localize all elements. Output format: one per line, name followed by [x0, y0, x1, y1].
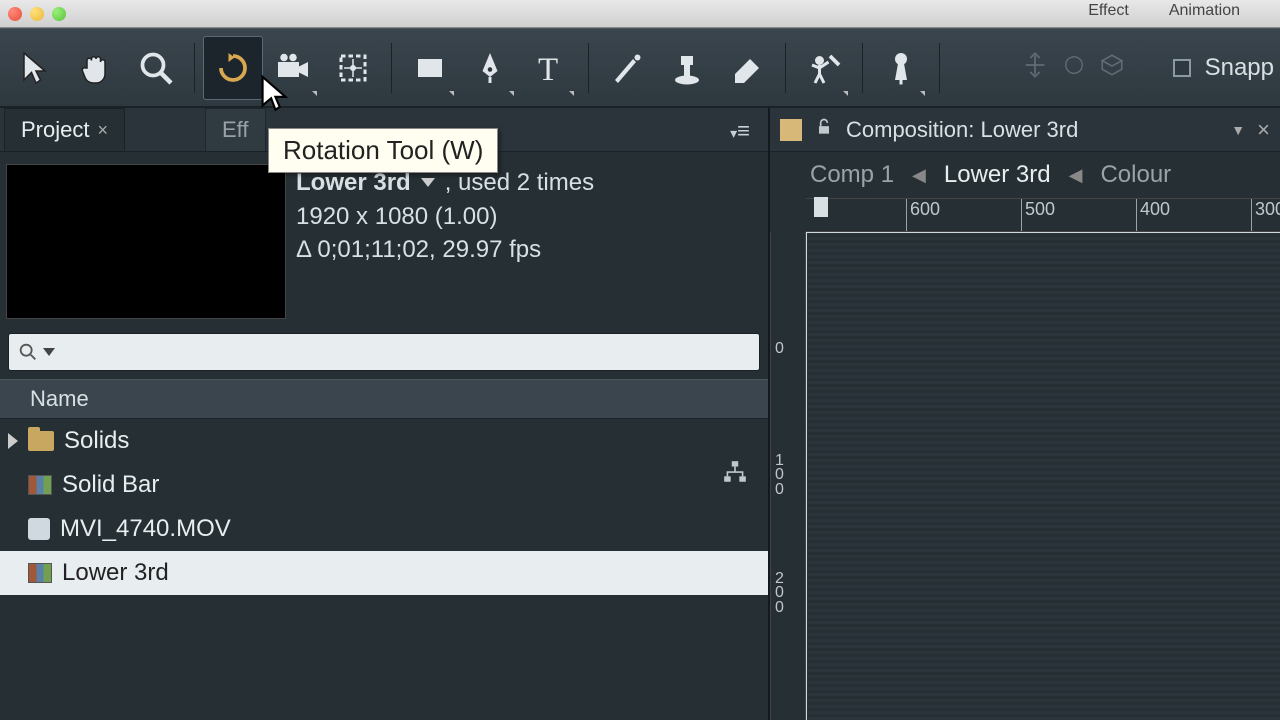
- snapping-label: Snapp: [1205, 54, 1274, 82]
- composition-icon: [28, 563, 52, 583]
- main-toolbar: T Snapp: [0, 28, 1280, 108]
- chevron-left-icon[interactable]: ◀: [1069, 165, 1083, 186]
- ruler-tick: 1 0 0: [775, 454, 784, 497]
- text-tool[interactable]: T: [520, 36, 580, 100]
- composition-canvas[interactable]: [806, 232, 1280, 720]
- composition-icon: [28, 475, 52, 495]
- axis-icon[interactable]: [1021, 51, 1049, 84]
- ruler-tick: 500: [1021, 199, 1055, 231]
- composition-title: Composition: Lower 3rd: [846, 117, 1219, 143]
- chevron-down-icon[interactable]: [421, 178, 435, 187]
- ruler-vertical[interactable]: 0 1 0 0 2 0 0: [770, 232, 806, 720]
- breadcrumb-item[interactable]: Colour: [1100, 161, 1171, 189]
- hand-tool[interactable]: [66, 36, 126, 100]
- eraser-tool[interactable]: [717, 36, 777, 100]
- svg-text:T: T: [538, 52, 558, 86]
- tab-effects[interactable]: Eff: [205, 108, 266, 151]
- rotation-tool[interactable]: [203, 36, 263, 100]
- snap-world-icon[interactable]: [1063, 54, 1085, 81]
- folder-icon: [28, 431, 54, 451]
- menu-effect[interactable]: Effect: [1088, 2, 1129, 20]
- panel-menu-button[interactable]: ▾≡: [730, 118, 748, 144]
- traffic-minimize[interactable]: [30, 7, 44, 21]
- lock-icon[interactable]: [814, 117, 834, 143]
- chevron-left-icon[interactable]: ◀: [912, 165, 926, 186]
- tooltip-rotation-tool: Rotation Tool (W): [268, 128, 498, 173]
- snap-view-icon[interactable]: [1099, 52, 1125, 83]
- project-item-folder[interactable]: Solids: [0, 419, 768, 463]
- puppet-pin-tool[interactable]: [871, 36, 931, 100]
- disclosure-triangle-icon[interactable]: [8, 433, 18, 449]
- clone-stamp-tool[interactable]: [657, 36, 717, 100]
- project-panel: Project × Eff ▾≡ Lower 3rd , used 2 time…: [0, 108, 770, 720]
- breadcrumb-item[interactable]: Comp 1: [810, 161, 894, 189]
- menu-animation[interactable]: Animation: [1169, 2, 1240, 20]
- zoom-tool[interactable]: [126, 36, 186, 100]
- breadcrumb-item-active[interactable]: Lower 3rd: [944, 161, 1051, 189]
- ruler-tick: 400: [1136, 199, 1170, 231]
- search-icon: [17, 341, 39, 363]
- pen-tool[interactable]: [460, 36, 520, 100]
- composition-color-chip[interactable]: [780, 119, 802, 141]
- ruler-origin-marker[interactable]: [806, 197, 836, 235]
- flowchart-icon[interactable]: [722, 459, 748, 490]
- ruler-tick: 300: [1251, 199, 1280, 231]
- close-icon[interactable]: ×: [1257, 117, 1270, 143]
- close-icon[interactable]: ×: [97, 120, 108, 141]
- project-item-comp-selected[interactable]: Lower 3rd: [0, 551, 768, 595]
- ruler-tick: 600: [906, 199, 940, 231]
- column-header-name[interactable]: Name: [0, 379, 768, 419]
- composition-viewer-panel: Composition: Lower 3rd ▼ × Comp 1 ◀ Lowe…: [770, 108, 1280, 720]
- mac-window-chrome: Effect Animation: [0, 0, 1280, 28]
- camera-tool[interactable]: [263, 36, 323, 100]
- project-item-footage[interactable]: MVI_4740.MOV: [0, 507, 768, 551]
- pan-behind-tool[interactable]: [323, 36, 383, 100]
- movie-file-icon: [28, 518, 50, 540]
- roto-brush-tool[interactable]: [794, 36, 854, 100]
- selection-tool[interactable]: [6, 36, 66, 100]
- project-item-list: Solids Solid Bar MVI_4740.MOV Lower 3rd …: [0, 419, 768, 720]
- traffic-zoom[interactable]: [52, 7, 66, 21]
- chevron-down-icon[interactable]: [43, 348, 55, 356]
- composition-metadata: Lower 3rd , used 2 times 1920 x 1080 (1.…: [292, 158, 598, 325]
- ruler-tick: 0: [775, 342, 784, 356]
- brush-tool[interactable]: [597, 36, 657, 100]
- composition-breadcrumb: Comp 1 ◀ Lower 3rd ◀ Colour: [770, 152, 1280, 198]
- snapping-checkbox[interactable]: [1173, 59, 1191, 77]
- ruler-tick: 2 0 0: [775, 572, 784, 615]
- rectangle-tool[interactable]: [400, 36, 460, 100]
- top-menubar: Effect Animation: [1088, 2, 1240, 20]
- project-search-input[interactable]: [8, 333, 760, 371]
- tab-project[interactable]: Project ×: [4, 108, 125, 151]
- traffic-close[interactable]: [8, 7, 22, 21]
- project-item-comp[interactable]: Solid Bar: [0, 463, 768, 507]
- chevron-down-icon[interactable]: ▼: [1231, 122, 1245, 138]
- composition-thumbnail: [6, 164, 286, 319]
- ruler-horizontal[interactable]: 600 500 400 300: [806, 198, 1280, 232]
